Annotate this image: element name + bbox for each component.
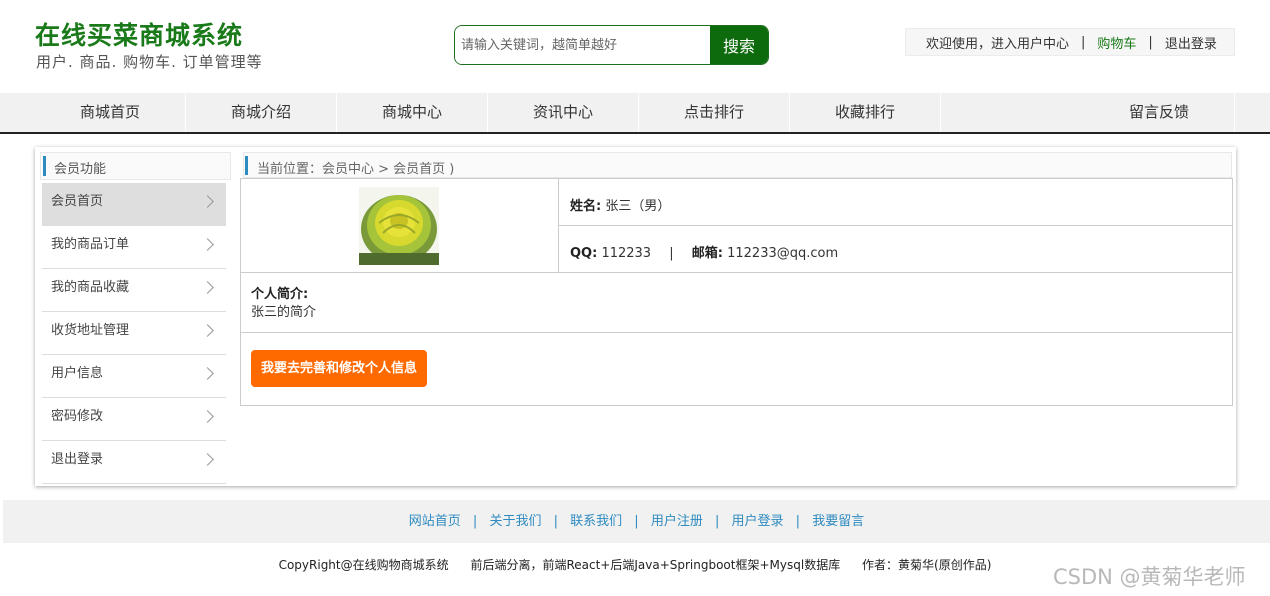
intro-cell: 个人简介: 张三的简介	[241, 273, 1232, 333]
separator: |	[1081, 34, 1086, 50]
cart-link[interactable]: 购物车	[1097, 33, 1136, 52]
sidebar-item-member-home[interactable]: 会员首页	[42, 183, 226, 226]
nav-mall[interactable]: 商城中心	[337, 93, 488, 132]
intro-value: 张三的简介	[251, 305, 317, 320]
author-text: 作者：黄菊华(原创作品)	[862, 558, 992, 572]
profile-table: 姓名: 张三（男） QQ: 112233 | 邮箱: 112233@qq.com…	[240, 178, 1233, 406]
email-label: 邮箱:	[691, 246, 723, 261]
sidebar-item-label: 收货地址管理	[51, 323, 130, 338]
sidebar-item-favorites[interactable]: 我的商品收藏	[42, 269, 226, 312]
chevron-right-icon	[201, 238, 214, 251]
nav-news[interactable]: 资讯中心	[488, 93, 639, 132]
breadcrumb: 当前位置：会员中心 > 会员首页 )	[243, 152, 1232, 178]
tech-stack-text: 前后端分离，前端React+后端Java+Springboot框架+Mysql数…	[470, 558, 841, 572]
sidebar-item-label: 密码修改	[51, 409, 104, 424]
chevron-right-icon	[201, 281, 214, 294]
sidebar-item-user-info[interactable]: 用户信息	[42, 355, 226, 398]
footer-links: 网站首页 | 关于我们 | 联系我们 | 用户注册 | 用户登录 | 我要留言	[3, 500, 1270, 543]
footer-link-about[interactable]: 关于我们	[489, 514, 541, 529]
chevron-right-icon	[201, 410, 214, 423]
site-header: 在线买菜商城系统 用户. 商品. 购物车. 订单管理等 搜索 欢迎使用，进入用户…	[0, 0, 1270, 93]
chevron-right-icon	[201, 324, 214, 337]
footer-link-contact[interactable]: 联系我们	[570, 514, 622, 529]
footer-link-register[interactable]: 用户注册	[651, 514, 703, 529]
nav-home[interactable]: 商城首页	[35, 93, 186, 132]
sidebar-menu: 会员首页 我的商品订单 我的商品收藏 收货地址管理 用户信息 密码修改 退出登录	[42, 183, 226, 484]
chevron-right-icon	[201, 195, 214, 208]
site-subtitle: 用户. 商品. 购物车. 订单管理等	[36, 53, 263, 71]
avatar	[359, 187, 439, 265]
accent-bar	[43, 156, 46, 176]
sidebar-item-label: 会员首页	[51, 194, 104, 209]
separator: |	[634, 514, 639, 529]
site-title[interactable]: 在线买菜商城系统	[35, 16, 243, 52]
member-panel: 会员功能 会员首页 我的商品订单 我的商品收藏 收货地址管理 用户信息 密码修改…	[35, 147, 1236, 486]
nav-about[interactable]: 商城介绍	[186, 93, 337, 132]
sidebar-item-label: 我的商品订单	[51, 237, 130, 252]
qq-label: QQ:	[570, 246, 598, 261]
avatar-cell	[241, 179, 559, 273]
main-nav: 商城首页 商城介绍 商城中心 资讯中心 点击排行 收藏排行 留言反馈	[0, 93, 1270, 134]
sidebar-title: 会员功能	[54, 162, 107, 177]
separator: |	[1148, 34, 1153, 50]
search-input[interactable]	[455, 26, 710, 64]
sidebar-item-label: 我的商品收藏	[51, 280, 130, 295]
sidebar-item-label: 用户信息	[51, 366, 104, 381]
chevron-right-icon	[201, 367, 214, 380]
watermark: CSDN @黄菊华老师	[1053, 565, 1246, 589]
logout-link[interactable]: 退出登录	[1165, 33, 1217, 52]
breadcrumb-text: 当前位置：会员中心 > 会员首页 )	[257, 162, 455, 177]
search-button[interactable]: 搜索	[710, 26, 768, 64]
nav-click-rank[interactable]: 点击排行	[639, 93, 790, 132]
separator: |	[714, 514, 720, 529]
search-box: 搜索	[454, 25, 769, 65]
user-center-link[interactable]: 欢迎使用，进入用户中心	[926, 33, 1069, 52]
separator: |	[472, 514, 478, 529]
separator: |	[553, 514, 558, 529]
intro-label: 个人简介:	[251, 287, 309, 302]
sidebar-item-logout[interactable]: 退出登录	[42, 441, 226, 484]
avatar-image	[359, 187, 439, 265]
footer-link-login[interactable]: 用户登录	[732, 514, 784, 529]
sidebar-item-label: 退出登录	[51, 452, 104, 467]
sidebar-item-orders[interactable]: 我的商品订单	[42, 226, 226, 269]
separator: |	[669, 246, 674, 261]
sidebar-header: 会员功能	[40, 152, 231, 180]
user-bar: 欢迎使用，进入用户中心 | 购物车 | 退出登录	[905, 28, 1235, 56]
accent-bar	[245, 156, 248, 175]
footer-link-home[interactable]: 网站首页	[409, 514, 461, 529]
sidebar-item-password[interactable]: 密码修改	[42, 398, 226, 441]
name-label: 姓名:	[570, 199, 602, 214]
chevron-right-icon	[201, 453, 214, 466]
footer-link-message[interactable]: 我要留言	[812, 514, 864, 529]
qq-value: 112233	[601, 246, 652, 261]
email-value: 112233@qq.com	[727, 246, 839, 261]
sidebar-item-address[interactable]: 收货地址管理	[42, 312, 226, 355]
nav-fav-rank[interactable]: 收藏排行	[790, 93, 941, 132]
name-cell: 姓名: 张三（男）	[559, 179, 1232, 226]
contact-cell: QQ: 112233 | 邮箱: 112233@qq.com	[559, 226, 1232, 273]
copyright-text: CopyRight@在线购物商城系统	[278, 558, 449, 572]
separator: |	[795, 514, 801, 529]
edit-profile-button[interactable]: 我要去完善和修改个人信息	[251, 350, 428, 387]
name-value: 张三（男）	[605, 199, 671, 214]
nav-feedback[interactable]: 留言反馈	[1084, 93, 1235, 132]
